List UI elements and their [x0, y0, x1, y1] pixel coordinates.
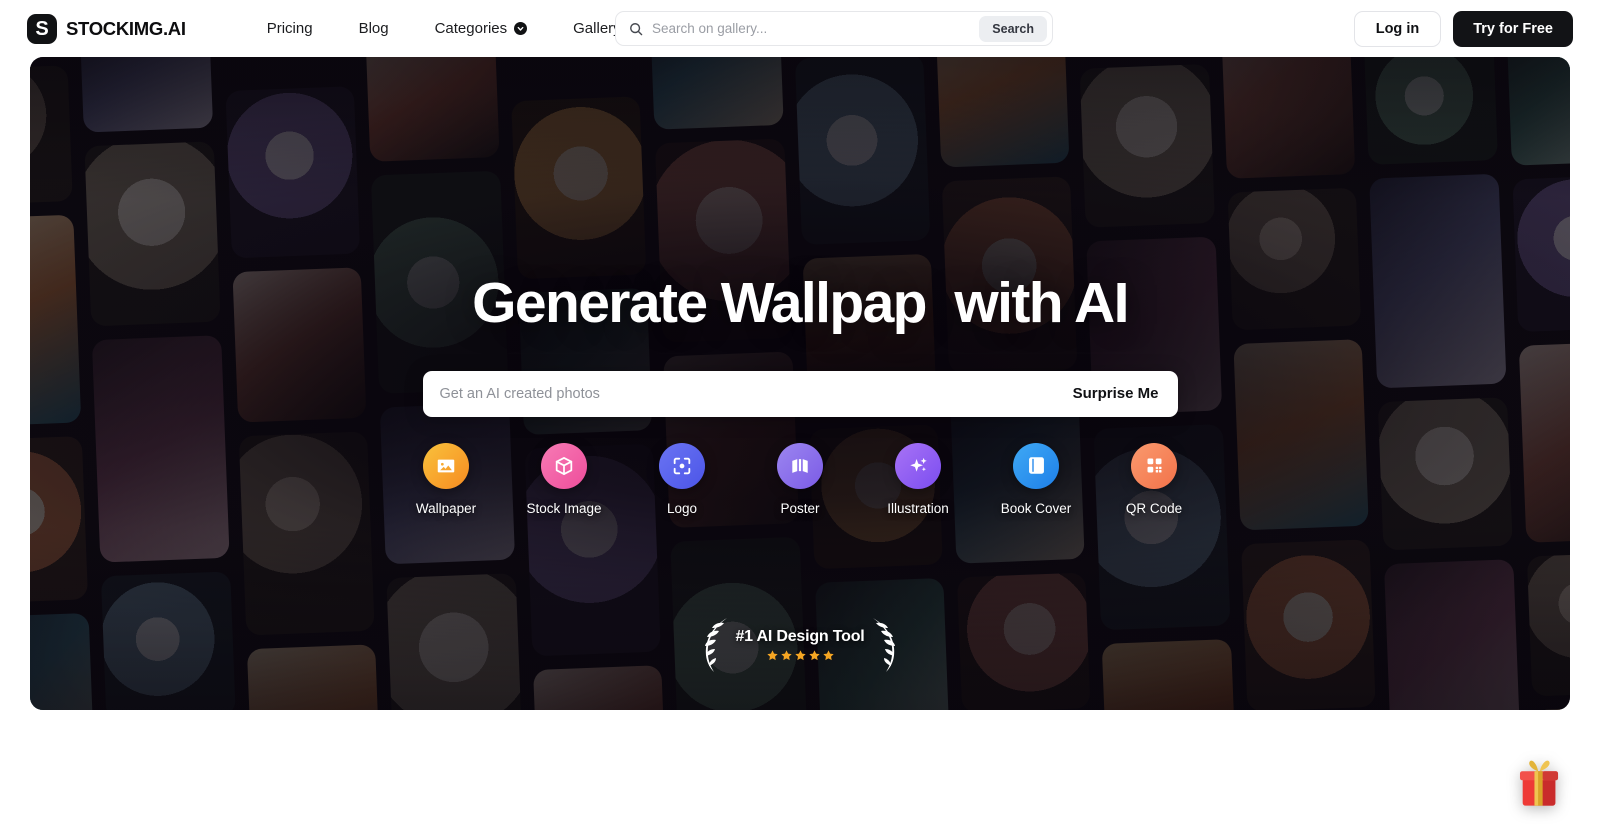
header-actions: Log in Try for Free — [1353, 10, 1573, 47]
category-label: Poster — [780, 500, 820, 516]
star-icon — [780, 650, 792, 661]
stockimg-logo-icon: S — [27, 13, 57, 44]
hero-section: Generate Wallpap with AI Surprise Me Wal… — [30, 57, 1570, 710]
star-icon — [822, 650, 834, 661]
hero-headline: Generate Wallpap with AI — [472, 271, 1129, 335]
search-input[interactable] — [652, 21, 980, 36]
sparkle-icon — [895, 442, 941, 489]
category-qr-code[interactable]: QR Code — [1110, 442, 1198, 516]
main-nav: Pricing Blog Categories Gallery — [244, 14, 644, 43]
search-button[interactable]: Search — [979, 15, 1047, 42]
category-label: Stock Image — [526, 500, 602, 516]
focus-target-icon — [659, 442, 705, 489]
award-badge: #1 AI Design Tool — [697, 616, 902, 674]
box-icon — [541, 442, 587, 489]
gallery-search-bar[interactable]: Search — [615, 11, 1053, 46]
nav-item-pricing[interactable]: Pricing — [244, 14, 336, 43]
laurel-wreath-icon — [872, 618, 895, 672]
site-header: S STOCKIMG.AI Pricing Blog Categories Ga… — [0, 0, 1600, 57]
category-label: Book Cover — [1000, 500, 1072, 516]
star-icon — [808, 650, 820, 661]
chevron-down-icon — [514, 22, 528, 35]
nav-item-blog[interactable]: Blog — [336, 14, 412, 43]
nav-label: Categories — [434, 20, 508, 37]
nav-label: Blog — [358, 20, 389, 37]
nav-item-categories[interactable]: Categories — [412, 14, 551, 43]
category-shortcuts: Wallpaper Stock Image Logo Poster Illust… — [402, 442, 1198, 516]
star-icon — [766, 650, 778, 661]
book-icon — [1013, 442, 1059, 489]
star-icon — [794, 650, 806, 661]
login-button[interactable]: Log in — [1353, 10, 1442, 47]
image-icon — [423, 442, 469, 489]
star-rating — [766, 649, 835, 662]
category-label: Illustration — [887, 500, 949, 516]
nav-label: Pricing — [266, 20, 313, 37]
category-poster[interactable]: Poster — [756, 442, 844, 516]
brand-logo[interactable]: S STOCKIMG.AI — [27, 13, 186, 44]
category-label: Wallpaper — [415, 500, 477, 516]
category-logo[interactable]: Logo — [638, 442, 726, 516]
category-illustration[interactable]: Illustration — [874, 442, 962, 516]
category-label: Logo — [666, 500, 698, 516]
category-book-cover[interactable]: Book Cover — [992, 442, 1080, 516]
try-for-free-button[interactable]: Try for Free — [1453, 10, 1573, 47]
category-wallpaper[interactable]: Wallpaper — [402, 442, 490, 516]
prompt-bar[interactable]: Surprise Me — [422, 370, 1178, 417]
award-content: #1 AI Design Tool — [735, 628, 865, 662]
category-stock-image[interactable]: Stock Image — [520, 442, 608, 516]
award-text: #1 AI Design Tool — [735, 628, 865, 645]
search-icon — [629, 22, 643, 36]
map-poster-icon — [777, 442, 823, 489]
nav-label: Gallery — [573, 20, 621, 37]
laurel-wreath-icon — [705, 618, 728, 672]
qr-code-icon — [1131, 442, 1177, 489]
surprise-me-button[interactable]: Surprise Me — [1071, 379, 1161, 408]
gift-promo-button[interactable] — [1510, 754, 1568, 812]
hero-content: Generate Wallpap with AI Surprise Me Wal… — [30, 57, 1570, 710]
gift-box-icon — [1519, 760, 1559, 806]
brand-name: STOCKIMG.AI — [66, 17, 186, 39]
prompt-input[interactable] — [439, 385, 1071, 402]
category-label: QR Code — [1125, 500, 1183, 516]
